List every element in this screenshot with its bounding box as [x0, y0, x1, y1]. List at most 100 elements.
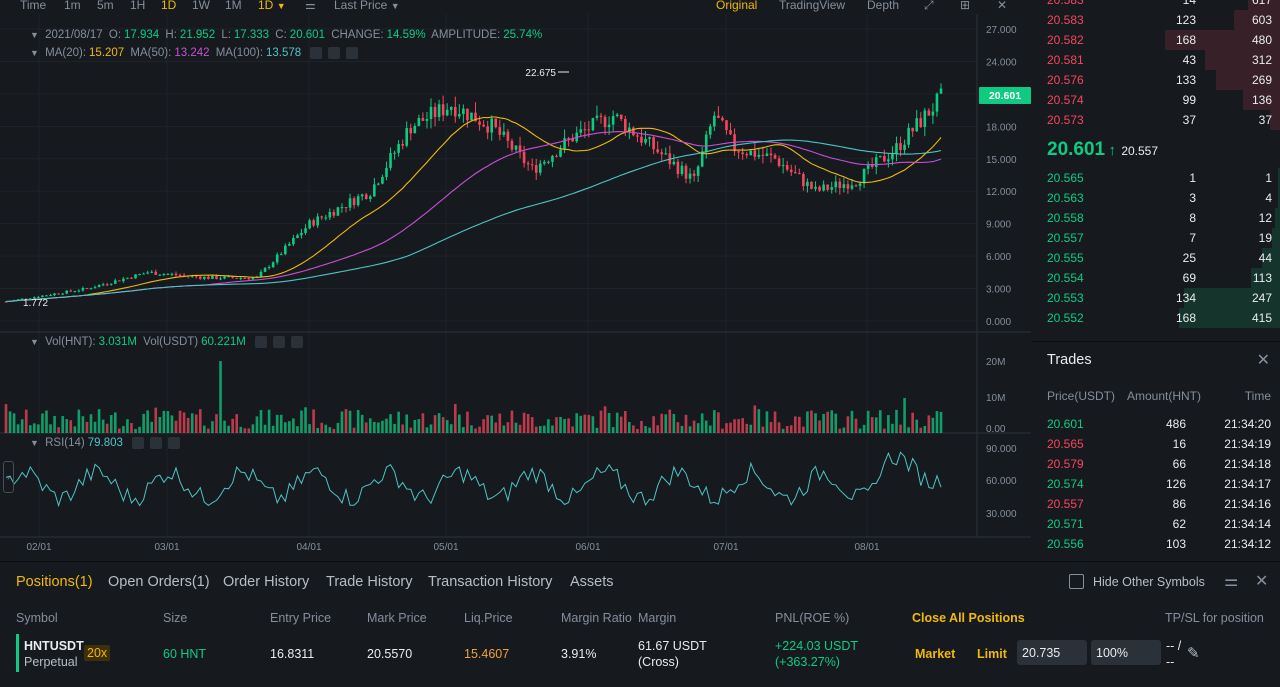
tab-transaction-history[interactable]: Transaction History — [428, 574, 552, 590]
tab-order-history[interactable]: Order History — [223, 574, 309, 590]
collapse-caret-icon[interactable]: ▼ — [30, 337, 39, 347]
ask-row[interactable]: 20.582 168 480 — [1032, 30, 1280, 50]
position-symbol[interactable]: HNTUSDT — [24, 639, 84, 653]
ask-row[interactable]: 20.574 99 136 — [1032, 90, 1280, 110]
filter-icon[interactable]: ⚌ — [1224, 571, 1238, 591]
volume-bar — [745, 423, 749, 433]
low-label: L: — [221, 29, 231, 41]
close-icon[interactable]: ✕ — [1255, 571, 1268, 591]
ask-row[interactable]: 20.583 14 617 — [1032, 0, 1280, 10]
candle-body — [555, 155, 558, 157]
bid-row[interactable]: 20.554 69 113 — [1032, 268, 1280, 288]
candle-body — [105, 284, 109, 286]
volume-bar — [61, 416, 64, 433]
edit-icon[interactable]: ✎ — [1187, 644, 1200, 662]
eye-icon[interactable] — [132, 437, 145, 449]
close-all-positions-button[interactable]: Close All Positions — [912, 611, 1025, 625]
ob-amount: 43 — [1182, 53, 1196, 67]
ask-row[interactable]: 20.581 43 312 — [1032, 50, 1280, 70]
leverage-badge[interactable]: 20x — [84, 645, 111, 661]
side-expand-handle[interactable]: › — [3, 461, 14, 493]
volume-bar — [105, 423, 109, 433]
bid-row[interactable]: 20.555 25 44 — [1032, 248, 1280, 268]
position-size: 60 HNT — [163, 647, 207, 661]
col-mark-price: Mark Price — [367, 611, 427, 625]
chart-panel[interactable]: Time 1m 5m 1H 1D 1W 1M 1D ▼ ⚌ Last Price… — [0, 0, 1031, 560]
volume-bar — [567, 418, 570, 433]
candlestick-chart[interactable]: 27.00024.00021.00018.00015.00012.0009.00… — [0, 0, 1031, 560]
tab-positions[interactable]: Positions(1) — [16, 574, 93, 590]
remove-icon[interactable] — [346, 47, 359, 59]
bid-row[interactable]: 20.563 3 4 — [1032, 188, 1280, 208]
close-icon[interactable]: ✕ — [1257, 350, 1270, 370]
candle-body — [822, 184, 825, 191]
volume-bar — [198, 409, 202, 433]
collapse-caret-icon[interactable]: ▼ — [30, 438, 39, 448]
volume-bar — [267, 409, 271, 433]
limit-price-input[interactable]: 20.735 — [1017, 640, 1087, 665]
volume-bar — [453, 404, 457, 433]
tab-trade-history[interactable]: Trade History — [326, 574, 412, 590]
settings-icon[interactable] — [273, 336, 286, 348]
volume-bar — [640, 420, 643, 433]
positions-panel: Positions(1) Open Orders(1) Order Histor… — [0, 561, 1280, 687]
ask-row[interactable]: 20.576 133 269 — [1032, 70, 1280, 90]
volume-bar — [251, 424, 255, 433]
settings-icon[interactable] — [328, 47, 341, 59]
last-price-row[interactable]: 20.601 ↑ 20.557 — [1047, 139, 1158, 161]
amplitude-label: AMPLITUDE: — [431, 29, 501, 41]
bid-row[interactable]: 20.565 1 1 — [1032, 168, 1280, 188]
volume-bar — [607, 412, 611, 433]
remove-icon[interactable] — [291, 336, 304, 348]
volume-bar — [332, 428, 336, 433]
col-size: Size — [163, 611, 188, 625]
quantity-input[interactable]: 100% — [1091, 640, 1161, 665]
ask-row[interactable]: 20.583 123 603 — [1032, 10, 1280, 30]
bid-row[interactable]: 20.557 7 19 — [1032, 228, 1280, 248]
candle-body — [721, 117, 724, 121]
bid-row[interactable]: 20.558 8 12 — [1032, 208, 1280, 228]
candle-body — [207, 276, 210, 279]
bid-row[interactable]: 20.552 168 415 — [1032, 308, 1280, 328]
collapse-caret-icon[interactable]: ▼ — [30, 30, 39, 40]
candle-body — [486, 126, 489, 133]
low-value: 17.333 — [233, 29, 270, 41]
candle-body — [559, 149, 562, 157]
volume-bar — [33, 423, 36, 433]
candle-body — [793, 172, 797, 174]
candle-body — [174, 273, 178, 276]
hide-other-symbols-checkbox[interactable] — [1069, 574, 1084, 589]
bid-row[interactable]: 20.553 134 247 — [1032, 288, 1280, 308]
candle-body — [915, 118, 919, 132]
candle-body — [57, 293, 60, 295]
volume-bar — [203, 425, 206, 433]
ask-row[interactable]: 20.573 37 37 — [1032, 110, 1280, 130]
limit-close-button[interactable]: Limit — [977, 647, 1007, 661]
collapse-caret-icon[interactable]: ▼ — [30, 48, 39, 58]
rsi-tick-label: 30.000 — [986, 509, 1017, 520]
volume-bar — [903, 398, 906, 433]
candle-body — [235, 277, 239, 279]
settings-icon[interactable] — [150, 437, 163, 449]
volume-bar — [494, 422, 498, 433]
candle-body — [53, 293, 56, 296]
market-close-button[interactable]: Market — [915, 647, 955, 661]
candle-body — [466, 108, 469, 121]
volume-bar — [360, 414, 364, 433]
remove-icon[interactable] — [168, 437, 181, 449]
candle-body — [421, 117, 425, 121]
volume-bar — [41, 413, 44, 433]
volume-bar — [490, 415, 494, 433]
candle-body — [510, 140, 514, 150]
eye-icon[interactable] — [255, 336, 268, 348]
volume-bar — [288, 421, 291, 433]
candle-body — [211, 275, 214, 279]
tab-assets[interactable]: Assets — [570, 574, 614, 590]
eye-icon[interactable] — [310, 47, 323, 59]
tab-open-orders[interactable]: Open Orders(1) — [108, 574, 210, 590]
volume-bar — [235, 414, 239, 433]
candle-body — [878, 155, 882, 158]
candle-body — [874, 157, 878, 167]
volume-bar — [862, 424, 866, 433]
ob-amount: 3 — [1189, 191, 1196, 205]
